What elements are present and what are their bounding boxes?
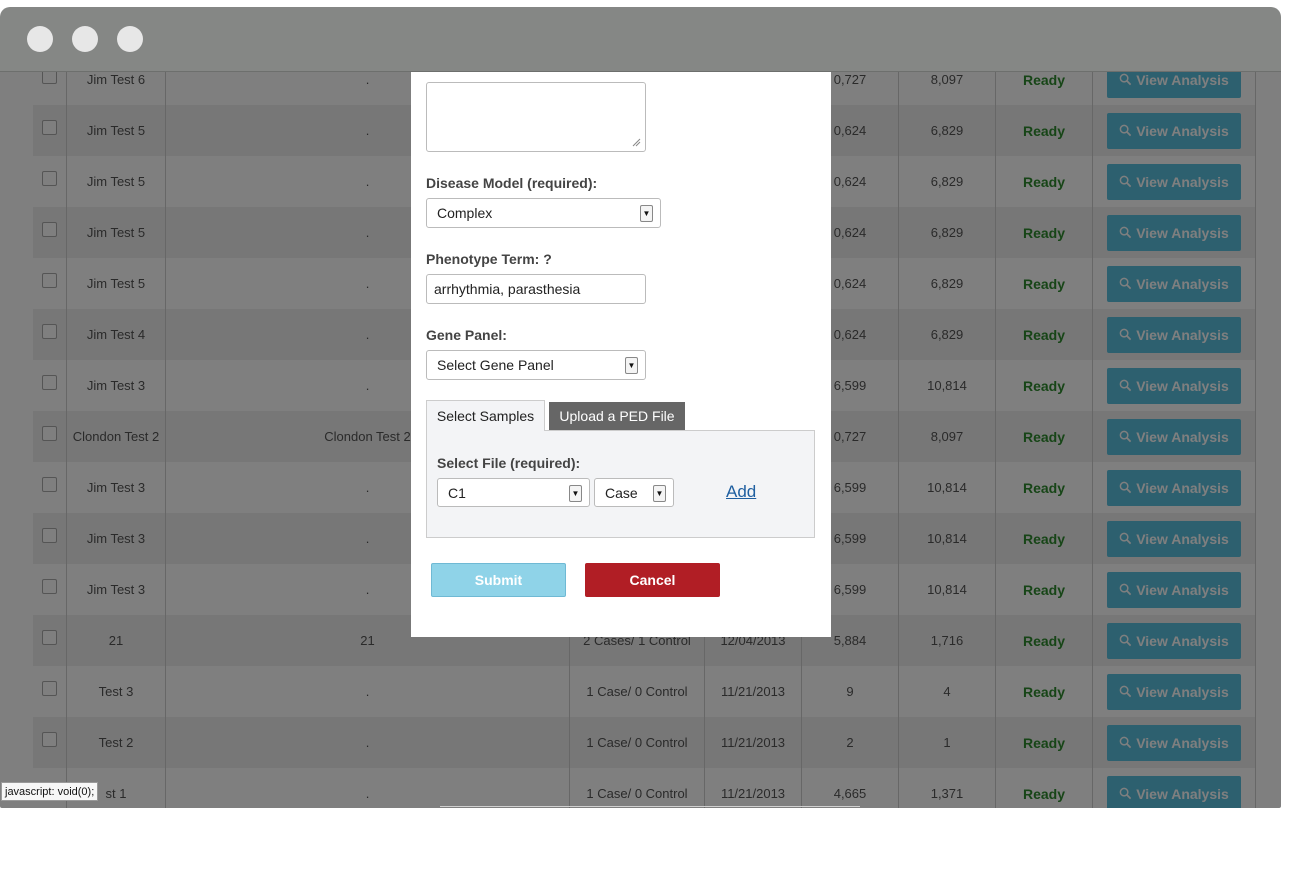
zoom-window-button[interactable] <box>117 26 143 52</box>
dropdown-arrow-icon: ▼ <box>640 205 653 222</box>
tab-upload-ped-file-label: Upload a PED File <box>559 408 675 424</box>
close-window-button[interactable] <box>27 26 53 52</box>
status-bar-url: javascript: void(0); <box>1 782 99 801</box>
cancel-button[interactable]: Cancel <box>585 563 720 597</box>
select-samples-panel: Select File (required): C1 ▼ Case ▼ Add <box>426 430 815 538</box>
gene-panel-label: Gene Panel: <box>426 327 507 343</box>
page-content: Jim Test 6.0,7278,097ReadyView AnalysisJ… <box>0 72 1281 808</box>
phenotype-term-input[interactable]: arrhythmia, parasthesia <box>426 274 646 304</box>
phenotype-term-label: Phenotype Term: ? <box>426 251 552 267</box>
case-control-select[interactable]: Case ▼ <box>594 478 674 507</box>
dropdown-arrow-icon: ▼ <box>653 485 666 502</box>
resize-handle-icon[interactable] <box>631 137 641 147</box>
modal-bottom-edge <box>440 806 860 807</box>
browser-window: Jim Test 6.0,7278,097ReadyView AnalysisJ… <box>0 7 1281 808</box>
new-analysis-modal: Disease Model (required): Complex ▼ Phen… <box>411 72 831 637</box>
tab-select-samples[interactable]: Select Samples <box>426 400 545 431</box>
select-file-label: Select File (required): <box>437 455 581 471</box>
disease-model-label: Disease Model (required): <box>426 175 598 191</box>
case-control-value: Case <box>605 484 638 501</box>
tab-select-samples-label: Select Samples <box>436 408 535 424</box>
gene-panel-value: Select Gene Panel <box>437 357 554 373</box>
description-textarea[interactable] <box>426 82 646 152</box>
add-file-link[interactable]: Add <box>726 482 756 502</box>
phenotype-term-value: arrhythmia, parasthesia <box>434 281 581 297</box>
tab-upload-ped-file[interactable]: Upload a PED File <box>549 402 685 430</box>
dropdown-arrow-icon: ▼ <box>625 357 638 374</box>
submit-button[interactable]: Submit <box>431 563 566 597</box>
gene-panel-select[interactable]: Select Gene Panel ▼ <box>426 350 646 380</box>
minimize-window-button[interactable] <box>72 26 98 52</box>
disease-model-value: Complex <box>437 205 493 221</box>
dropdown-arrow-icon: ▼ <box>569 485 582 502</box>
disease-model-select[interactable]: Complex ▼ <box>426 198 661 228</box>
file-select[interactable]: C1 ▼ <box>437 478 590 507</box>
title-bar <box>0 7 1281 72</box>
file-select-value: C1 <box>448 484 466 501</box>
